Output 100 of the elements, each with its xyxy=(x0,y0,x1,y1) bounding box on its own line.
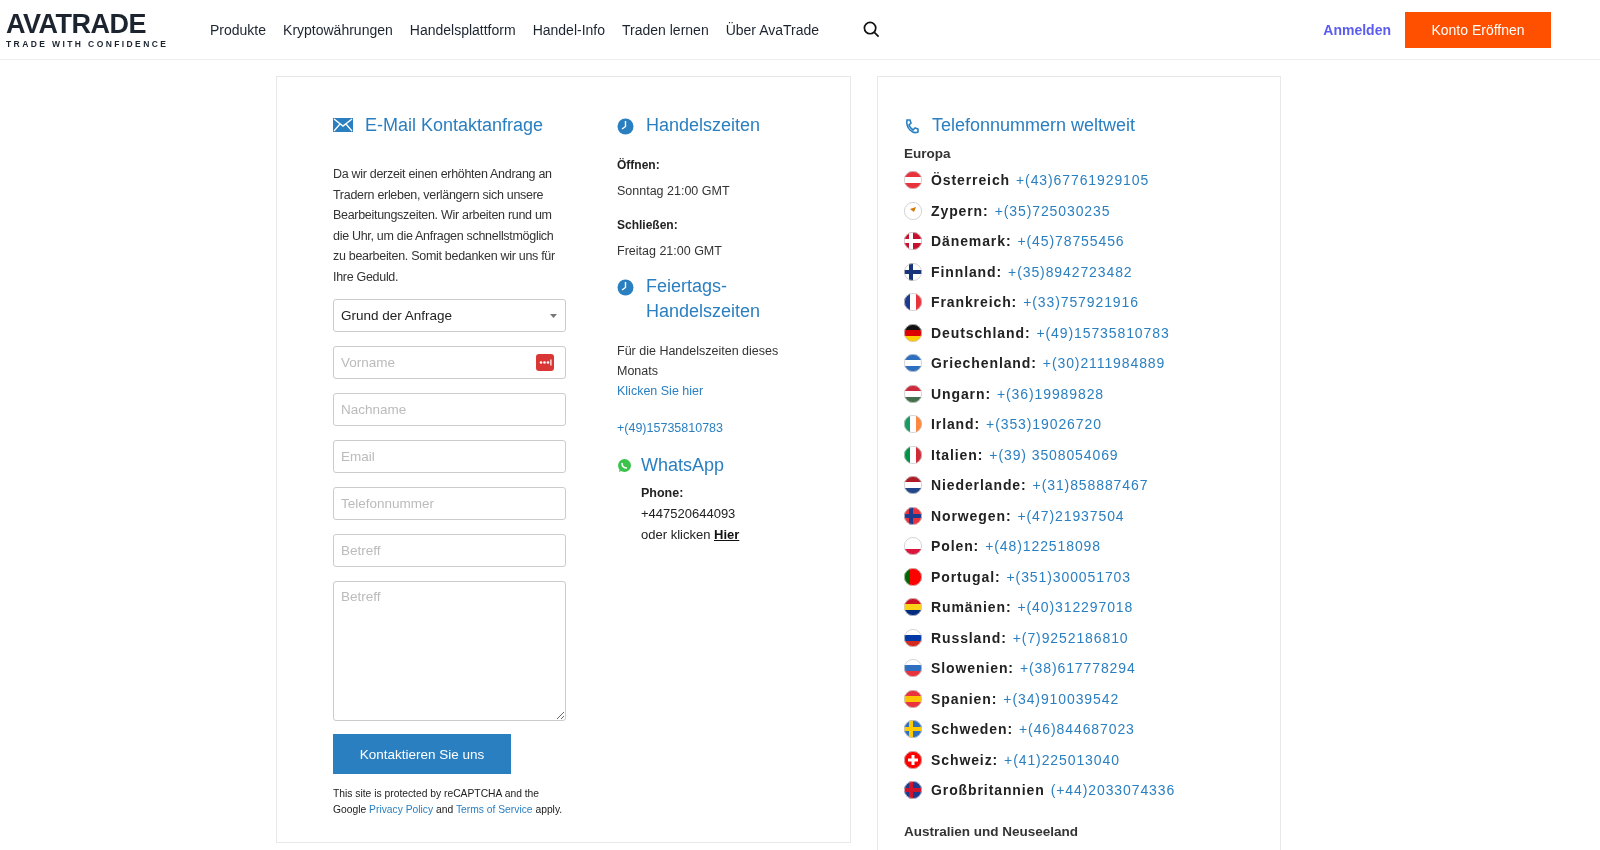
flag-icon xyxy=(904,598,922,617)
country-name: Portugal: xyxy=(931,568,1001,585)
envelope-icon xyxy=(333,118,353,132)
reason-select[interactable]: Grund der Anfrage xyxy=(333,299,566,332)
phone-link[interactable]: +(7)9252186810 xyxy=(1012,629,1129,646)
flag-icon xyxy=(904,628,922,647)
here-link[interactable]: Hier xyxy=(714,527,740,542)
phone-link[interactable]: +(353)19026720 xyxy=(986,416,1102,433)
whatsapp-text: oder klicken xyxy=(641,527,711,542)
flag-icon xyxy=(904,689,922,708)
holiday-text: Für die Handelszeiten dieses Monats xyxy=(617,343,780,380)
clock-icon xyxy=(617,279,634,296)
intro-text: Da wir derzeit einen erhöhten Andrang an Tradern erleben, verlängern sich unsere Bearbeitungszeiten. Wir arbeiten rund um die Uhr, um die Anfragen schnellstmöglich zu bearbeiten. Somit bedanken wir uns für Ihre Geduld. xyxy=(333,166,555,286)
whatsapp-icon xyxy=(617,458,632,473)
autofill-icon[interactable] xyxy=(536,354,554,371)
flag-icon xyxy=(904,232,922,251)
country-name: Finnland: xyxy=(931,263,1003,280)
phone-link[interactable]: +(40)312297018 xyxy=(1017,599,1134,616)
section-title: Handelszeiten xyxy=(646,114,761,137)
phone-link[interactable]: +(34)910039542 xyxy=(1003,690,1120,707)
phone-link[interactable]: +(30)2111984889 xyxy=(1042,355,1166,372)
recaptcha-notice: This site is protected by reCAPTCHA and the Google Privacy Policy and Terms of Service apply. xyxy=(333,787,564,817)
open-label: Öffnen: xyxy=(617,158,661,172)
open-account-button[interactable]: Konto Eröffnen xyxy=(1405,11,1551,48)
logo-wordmark[interactable]: AVATRADE xyxy=(6,10,204,37)
country-name: Schweden: xyxy=(931,721,1013,738)
flag-icon xyxy=(904,445,922,464)
caret-icon xyxy=(550,313,557,318)
nav-link[interactable]: Handelsplattform xyxy=(409,21,516,38)
country-name: Dänemark: xyxy=(931,233,1012,250)
input-field[interactable]: Telefonnummer xyxy=(333,487,566,520)
open-time: Sonntag 21:00 GMT xyxy=(617,184,731,198)
nav-link[interactable]: Traden lernen xyxy=(622,21,709,38)
flag-icon xyxy=(904,293,922,312)
close-label: Schließen: xyxy=(617,218,679,232)
flag-icon xyxy=(904,262,922,281)
phone-link[interactable]: +(31)858887467 xyxy=(1032,477,1149,494)
message-field[interactable]: Betreff xyxy=(333,581,566,721)
phone-link[interactable]: +(49)15735810783 xyxy=(617,418,827,438)
country-name: Schweiz: xyxy=(931,751,999,768)
flag-icon xyxy=(904,720,922,739)
click-here-link[interactable]: Klicken Sie hier xyxy=(617,381,827,401)
country-name: Norwegen: xyxy=(931,507,1012,524)
flag-icon xyxy=(904,659,922,678)
flag-icon xyxy=(904,384,922,403)
phone-link[interactable]: +(35)725030235 xyxy=(994,202,1111,219)
input-field[interactable]: Email xyxy=(333,440,566,473)
section-title: E-Mail Kontaktanfrage xyxy=(365,114,544,137)
flag-icon xyxy=(904,537,922,556)
search-icon[interactable] xyxy=(863,21,881,38)
country-name: Irland: xyxy=(931,416,981,433)
phone-link[interactable]: +(43)67761929105 xyxy=(1016,172,1150,189)
country-name: Italien: xyxy=(931,446,984,463)
phone-link[interactable]: +(38)617778294 xyxy=(1019,660,1136,677)
phone-link[interactable]: +(36)19989828 xyxy=(996,385,1105,402)
phone-link[interactable]: +(41)225013040 xyxy=(1004,751,1120,768)
country-name: Spanien: xyxy=(931,690,998,707)
phone-link[interactable]: +(39) 3508054069 xyxy=(989,446,1119,463)
country-name: Slowenien: xyxy=(931,660,1014,677)
flag-icon xyxy=(904,415,922,434)
logo-tagline: TRADE WITH CONFIDENCE xyxy=(6,38,170,49)
flag-icon xyxy=(904,567,922,586)
section-title: Telefonnummern weltweit xyxy=(932,114,1136,137)
flag-icon xyxy=(904,354,922,373)
country-name: Frankreich: xyxy=(931,294,1018,311)
phone-link[interactable]: +(33)757921916 xyxy=(1023,294,1139,311)
phone-link[interactable]: +(47)21937504 xyxy=(1017,507,1125,524)
phone-label: Phone: xyxy=(641,486,685,500)
phone-link[interactable]: +(46)844687023 xyxy=(1019,721,1135,738)
section-title: WhatsApp xyxy=(641,454,725,477)
input-field[interactable]: Vorname xyxy=(333,346,566,379)
region-title: Australien und Neuseeland xyxy=(904,823,1080,839)
section-title: Feiertags-Handelszeiten xyxy=(646,275,762,323)
nav-link[interactable]: Handel-Info xyxy=(532,21,605,38)
phone-link[interactable]: +(48)122518098 xyxy=(985,538,1101,555)
phone-link[interactable]: +(351)300051703 xyxy=(1006,568,1131,585)
phone-link[interactable]: +(45)78755456 xyxy=(1017,233,1125,250)
terms-link[interactable]: Terms of Service xyxy=(455,804,533,815)
country-name: Russland: xyxy=(931,629,1007,646)
country-name: Zypern: xyxy=(931,202,989,219)
clock-icon xyxy=(617,118,634,135)
phone-icon xyxy=(904,118,920,135)
privacy-policy-link[interactable]: Privacy Policy xyxy=(369,804,434,815)
phone-link[interactable]: +(35)8942723482 xyxy=(1008,263,1133,280)
country-name: Polen: xyxy=(931,538,980,555)
country-name: Ungarn: xyxy=(931,385,991,402)
input-field[interactable]: Betreff xyxy=(333,534,566,567)
nav-link[interactable]: Kryptowährungen xyxy=(283,21,393,38)
phone-link[interactable]: +(49)15735810783 xyxy=(1036,324,1170,341)
nav-link[interactable]: Über AvaTrade xyxy=(725,21,820,38)
submit-button[interactable]: Kontaktieren Sie uns xyxy=(333,734,511,774)
input-field[interactable]: Nachname xyxy=(333,393,566,426)
country-name: Niederlande: xyxy=(931,477,1027,494)
country-name: Großbritannien xyxy=(931,782,1045,799)
phone-link[interactable]: (+44)2033074336 xyxy=(1050,782,1176,799)
flag-icon xyxy=(904,171,922,190)
nav-link[interactable]: Produkte xyxy=(210,21,267,38)
login-link[interactable]: Anmelden xyxy=(1323,21,1391,38)
flag-icon xyxy=(904,781,922,800)
flag-icon xyxy=(904,201,922,220)
